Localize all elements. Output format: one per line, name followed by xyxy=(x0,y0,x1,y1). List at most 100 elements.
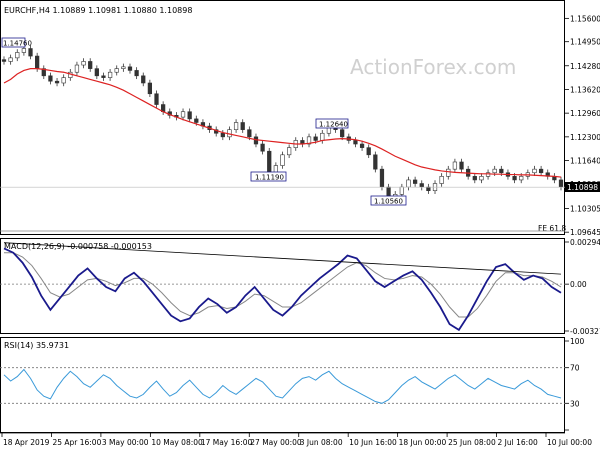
rsi-tick-label: 100 xyxy=(570,337,585,346)
candle-body xyxy=(28,48,33,57)
candle-body xyxy=(127,66,133,71)
candle-body xyxy=(558,179,564,188)
x-tick-label: 10 Jun 16:00 xyxy=(349,438,397,447)
candle-body xyxy=(287,147,292,156)
annotation-label: 1.12640 xyxy=(319,121,348,129)
rsi-header: RSI(14) 35.9731 xyxy=(4,341,69,350)
annotation-label: 1.11190 xyxy=(255,174,284,182)
candle-body xyxy=(134,70,139,77)
price-tick-label: 1.14950 xyxy=(570,38,600,47)
candle-body xyxy=(320,132,325,141)
candle-body xyxy=(340,129,345,138)
candle-body xyxy=(532,168,537,174)
current-price-badge: 1.10898 xyxy=(565,182,600,192)
candle-body xyxy=(359,143,365,148)
candle-body xyxy=(479,176,484,181)
price-tick-label: 1.15600 xyxy=(570,14,600,23)
annotation-label: 1.14760 xyxy=(3,40,32,48)
candle-body xyxy=(54,80,60,84)
candle-body xyxy=(426,186,431,192)
candle-body xyxy=(399,186,404,195)
annotation-1-14760: 1.14760 xyxy=(1,37,32,48)
candle-body xyxy=(280,154,285,166)
annotation-1-11190: 1.11190 xyxy=(250,171,287,182)
price-tick-label: 1.11640 xyxy=(570,157,600,166)
candle-body xyxy=(15,52,20,59)
candle-body xyxy=(538,168,544,174)
candle-body xyxy=(154,93,159,105)
candle-body xyxy=(379,168,385,188)
candle-body xyxy=(519,176,524,181)
candle-body xyxy=(194,118,199,123)
price-tick-label: 1.12300 xyxy=(570,133,600,142)
candle-body xyxy=(81,61,86,66)
candle-body xyxy=(446,168,451,177)
candle-body xyxy=(107,71,113,78)
x-tick-label: 25 Apr 16:00 xyxy=(52,438,101,447)
price-tick-label: 1.10305 xyxy=(570,204,600,213)
candle-body xyxy=(141,75,146,84)
candle-body xyxy=(492,168,497,174)
candle-body xyxy=(21,48,27,53)
x-tick-label: 27 May 00:00 xyxy=(250,438,302,447)
candle-body xyxy=(147,82,153,95)
price-tick-label: 1.09645 xyxy=(570,228,600,237)
candle-body xyxy=(8,57,13,62)
rsi-tick-label: 30 xyxy=(570,399,580,408)
candle-body xyxy=(472,176,477,181)
x-tick-label: 10 Jul 00:00 xyxy=(547,438,592,447)
candle-body xyxy=(61,77,66,84)
x-tick-label: 18 Jun 00:00 xyxy=(399,438,447,447)
candle-body xyxy=(247,129,252,138)
x-tick-label: 2 Jul 16:00 xyxy=(498,438,538,447)
x-tick-label: 17 May 16:00 xyxy=(201,438,253,447)
candle-body xyxy=(240,122,245,130)
candle-body xyxy=(74,64,80,73)
x-tick-label: 3 May 00:00 xyxy=(102,438,149,447)
candle-body xyxy=(406,179,411,188)
candle-body xyxy=(180,111,186,118)
candle-body xyxy=(101,75,106,78)
annotation-1-12640: 1.12640 xyxy=(315,118,349,129)
price-tick-label: 1.14280 xyxy=(570,62,600,71)
candle-body xyxy=(260,143,265,152)
candle-body xyxy=(439,176,444,184)
current-price-label: 1.10898 xyxy=(567,183,598,192)
price-header: EURCHF,H4 1.10889 1.10981 1.10880 1.1089… xyxy=(4,6,192,15)
candle-body xyxy=(121,66,126,69)
rsi-tick-label: 70 xyxy=(570,364,580,373)
candle-body xyxy=(187,111,192,120)
candle-body xyxy=(512,176,517,181)
x-tick-label: 18 Apr 2019 xyxy=(3,438,50,447)
candle-body xyxy=(48,75,53,82)
candle-body xyxy=(233,122,239,130)
candle-body xyxy=(412,179,418,184)
candle-body xyxy=(499,168,504,174)
macd-tick-label: 0.00 xyxy=(570,280,587,289)
price-tick-label: 1.12960 xyxy=(570,109,600,118)
candle-body xyxy=(220,132,225,138)
candle-body xyxy=(94,68,99,77)
candle-body xyxy=(88,61,93,69)
candle-body xyxy=(373,154,378,170)
chart-svg: EURCHF,H4 1.10889 1.10981 1.10880 1.1089… xyxy=(0,0,600,450)
candle-body xyxy=(1,59,7,62)
x-tick-label: 10 May 08:00 xyxy=(151,438,203,447)
macd-tick-label: -0.003278 xyxy=(570,327,600,336)
candle-body xyxy=(459,161,464,170)
annotation-1-10560: 1.10560 xyxy=(370,195,407,206)
price-tick-label: 1.13620 xyxy=(570,85,600,94)
watermark: ActionForex.com xyxy=(350,55,516,79)
candle-body xyxy=(35,55,40,69)
candle-body xyxy=(313,136,318,141)
macd-tick-label: 0.002949 xyxy=(570,238,600,247)
annotation-label: 1.10560 xyxy=(374,198,403,206)
candle-body xyxy=(353,140,358,145)
candle-body xyxy=(366,147,371,156)
chart-root: EURCHF,H4 1.10889 1.10981 1.10880 1.1089… xyxy=(0,0,600,450)
x-tick-label: 3 Jun 08:00 xyxy=(300,438,343,447)
x-tick-label: 25 Jun 08:00 xyxy=(448,438,496,447)
candle-body xyxy=(114,68,119,73)
fe-label: FE 61.8 xyxy=(538,224,566,233)
candle-body xyxy=(452,161,458,170)
